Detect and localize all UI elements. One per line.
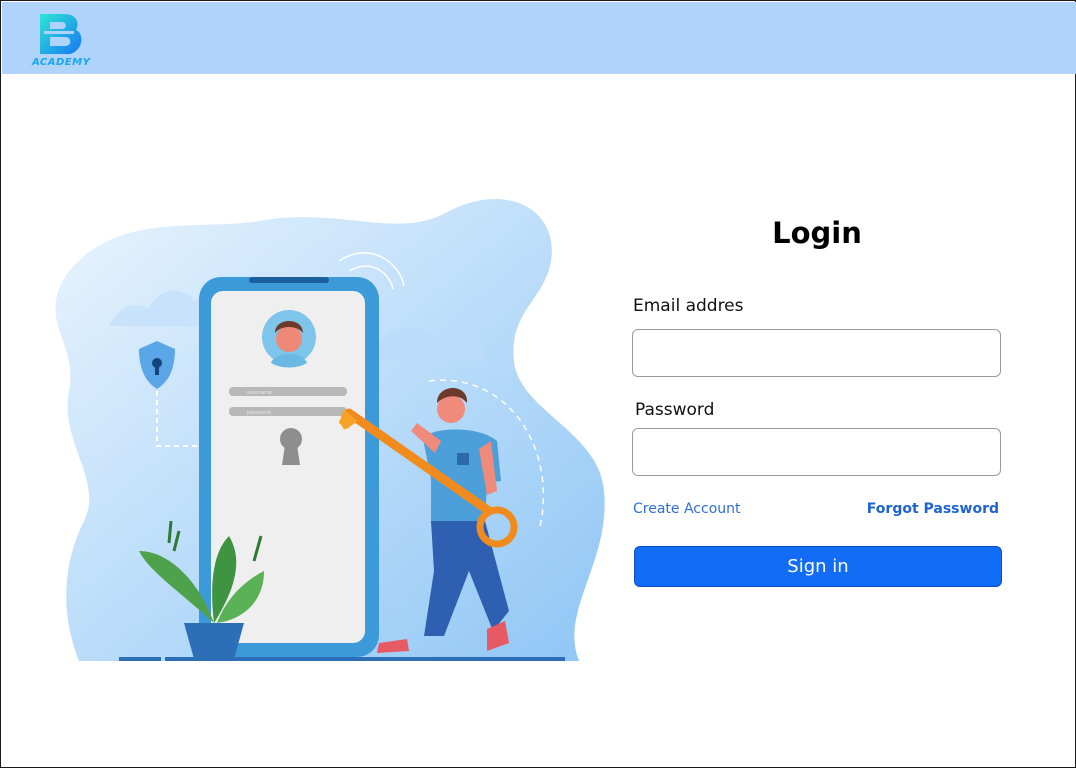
create-account-link[interactable]: Create Account — [633, 501, 741, 517]
email-label: Email addres — [633, 296, 744, 316]
page-frame: ACADEMY username password Login Email ad… — [0, 0, 1076, 768]
forgot-password-link[interactable]: Forgot Password — [867, 501, 999, 517]
email-input[interactable] — [632, 329, 1001, 377]
sign-in-button[interactable]: Sign in — [634, 546, 1002, 587]
login-illustration: username password — [55, 199, 605, 661]
logo-text: ACADEMY — [32, 57, 91, 68]
login-title: Login — [772, 216, 862, 250]
top-navbar: ACADEMY — [2, 2, 1076, 74]
password-placeholder-text: password — [247, 410, 271, 416]
password-input[interactable] — [632, 428, 1001, 476]
password-label: Password — [635, 400, 715, 420]
username-placeholder-text: username — [247, 390, 272, 396]
keyhole-icon — [280, 428, 302, 465]
